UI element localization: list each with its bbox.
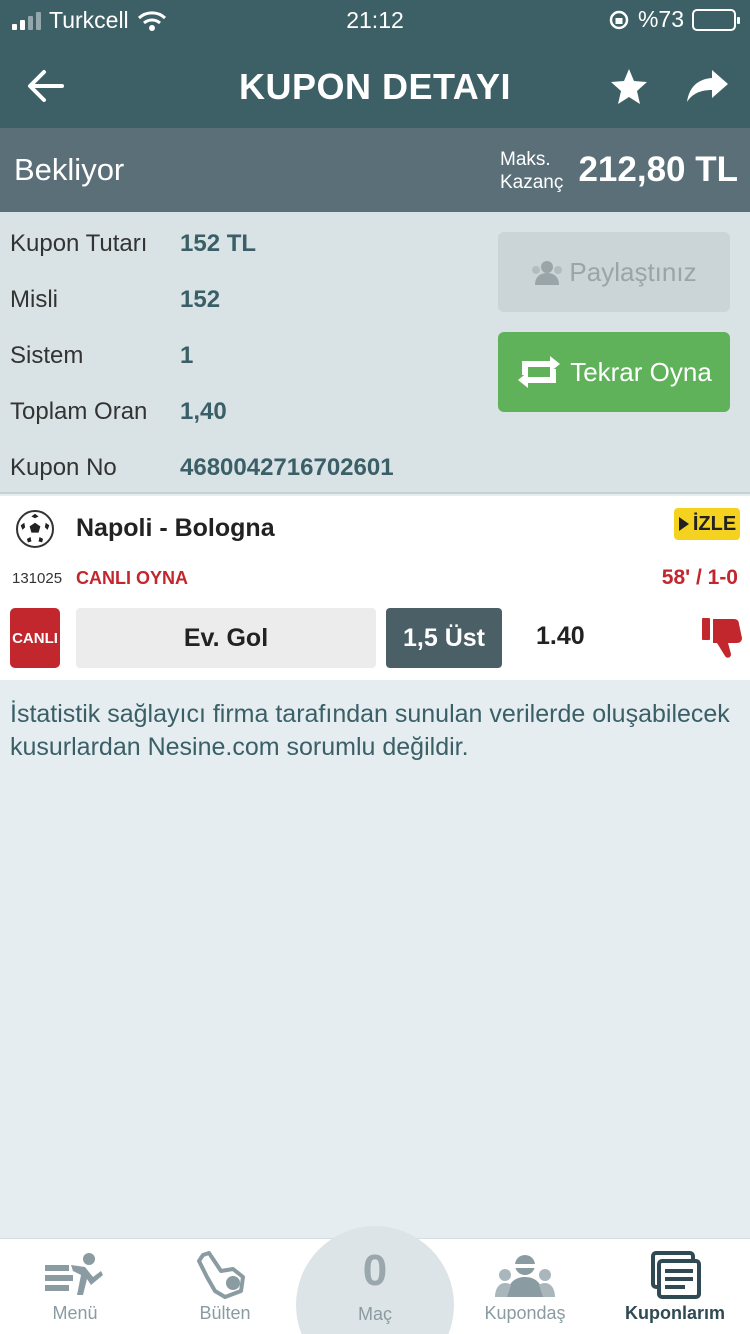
orientation-lock-icon [609,10,629,29]
detail-value: 1 [180,342,194,369]
share-icon[interactable] [684,66,730,106]
bet-pick: 1,5 Üst [386,608,502,668]
max-win-label-line1: Maks. [500,149,551,170]
repeat-icon [518,356,561,388]
coupon-state: Bekliyor [14,152,125,187]
detail-label: Misli [10,286,58,313]
detail-value: 152 TL [180,230,257,257]
detail-value: 1,40 [180,398,227,425]
navigation-bar: KUPON DETAYI [0,48,750,126]
disclaimer-text: İstatistik sağlayıcı firma tarafından su… [10,700,730,761]
status-right: %73 [608,6,740,33]
app-header: Turkcell 21:12 %73 KUPON DETAYI [0,0,750,128]
bulletin-hand-icon [197,1251,245,1299]
menu-runner-icon [45,1253,103,1295]
match-card: Napoli - Bologna İZLE 131025 CANLI OYNA … [0,496,750,680]
match-cart-count: 0 [362,1246,388,1295]
live-badge: CANLI [10,608,60,668]
tab-label: Menü [52,1303,98,1323]
tab-kupondas[interactable]: Kupondaş [450,1239,600,1334]
tab-my-coupons[interactable]: Kuponlarım [600,1239,750,1334]
play-icon [678,517,689,531]
battery-icon [692,8,740,31]
live-play-link[interactable]: CANLI OYNA [76,568,188,589]
people-icon [532,261,563,285]
bet-odd: 1.40 [536,622,585,650]
replay-button[interactable]: Tekrar Oyna [498,332,730,412]
detail-value: 4680042716702601 [180,454,394,481]
max-win-amount: 212,80 TL [578,150,738,189]
tab-label: Kuponlarım [624,1303,725,1323]
coupons-icon [651,1251,701,1299]
replay-button-label: Tekrar Oyna [570,356,712,387]
match-score: 58' / 1-0 [661,566,738,589]
max-win-label-line2: Kazanç [500,172,564,193]
max-win-label: Maks. Kazanç [500,148,563,194]
coupon-details: Kupon Tutarı 152 TL Misli 152 Sistem 1 T… [0,212,750,494]
tab-menu[interactable]: Menü [0,1239,150,1334]
detail-label: Kupon Tutarı [10,230,148,257]
tab-bulletin[interactable]: Bülten [150,1239,300,1334]
coupon-status-bar: Bekliyor Maks. Kazanç 212,80 TL [0,128,750,212]
star-icon[interactable] [608,66,650,106]
match-teams: Napoli - Bologna [76,514,275,542]
detail-label: Toplam Oran [10,398,148,425]
soccer-ball-icon [16,510,54,548]
tab-label: Bülten [199,1303,251,1323]
match-code: 131025 [12,570,63,587]
shared-button[interactable]: Paylaştınız [498,232,730,312]
thumbs-down-icon [702,618,742,658]
detail-label: Sistem [10,342,84,369]
watch-button[interactable]: İZLE [674,508,740,540]
detail-label: Kupon No [10,454,117,481]
bet-market: Ev. Gol [76,608,376,668]
match-cart-label: Maç [357,1304,392,1324]
watch-button-label: İZLE [692,512,737,535]
shared-button-label: Paylaştınız [569,256,697,287]
tab-label: Kupondaş [484,1303,566,1323]
status-bar: Turkcell 21:12 %73 [0,0,750,40]
community-icon [495,1255,555,1297]
battery-percent: %73 [637,6,684,32]
detail-value: 152 [180,286,221,313]
